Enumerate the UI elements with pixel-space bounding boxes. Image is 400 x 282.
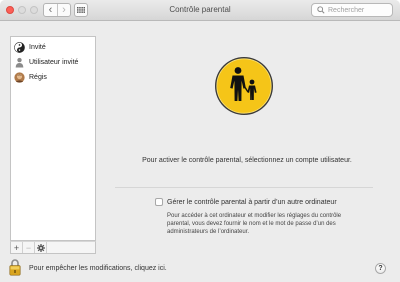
remote-management-label: Gérer le contrôle parental à partir d’un… xyxy=(167,198,337,206)
user-item-regis[interactable]: Régis xyxy=(14,70,47,84)
chevron-left-icon: ‹ xyxy=(48,3,53,16)
user-list: Invité Utilisateur invité Régis xyxy=(10,36,96,241)
user-photo-avatar xyxy=(14,71,25,83)
zoom-window-button[interactable] xyxy=(30,6,38,14)
user-item-label: Invité xyxy=(29,43,46,51)
minus-icon: − xyxy=(25,242,32,253)
user-list-actions: + − xyxy=(10,241,96,254)
window-title: Contrôle parental xyxy=(169,5,231,14)
minimize-window-button[interactable] xyxy=(18,6,26,14)
show-all-button[interactable] xyxy=(74,3,88,17)
parental-controls-icon xyxy=(215,57,273,115)
question-mark-icon: ? xyxy=(378,265,383,272)
remote-management-row[interactable]: Gérer le contrôle parental à partir d’un… xyxy=(155,198,337,206)
parental-controls-panel: Pour activer le contrôle parental, sélec… xyxy=(101,36,393,254)
gear-icon xyxy=(36,243,45,252)
user-item-guest-user[interactable]: Utilisateur invité xyxy=(14,55,78,69)
help-button[interactable]: ? xyxy=(375,263,386,274)
guest-yin-yang-icon xyxy=(14,41,25,53)
lock-icon[interactable] xyxy=(9,258,21,276)
preferences-window: ‹ › Contrôle parental Rechercher Invité … xyxy=(0,0,400,282)
remote-management-description: Pour accéder à cet ordinateur et modifie… xyxy=(167,213,342,235)
user-actions-button[interactable] xyxy=(35,242,47,253)
lock-message[interactable]: Pour empêcher les modifications, cliquez… xyxy=(29,265,167,272)
close-window-button[interactable] xyxy=(6,6,14,14)
search-placeholder: Rechercher xyxy=(328,6,365,14)
user-item-label: Utilisateur invité xyxy=(29,58,79,66)
user-item-label: Régis xyxy=(29,73,47,81)
guest-user-silhouette-icon xyxy=(15,57,24,68)
section-divider xyxy=(115,187,373,188)
lock-bar: Pour empêcher les modifications, cliquez… xyxy=(0,254,400,282)
search-field[interactable]: Rechercher xyxy=(311,3,393,17)
grid-icon xyxy=(77,7,85,13)
remove-user-button[interactable]: − xyxy=(23,242,35,253)
user-item-invite[interactable]: Invité xyxy=(14,40,46,54)
chevron-right-icon: › xyxy=(62,3,66,16)
navigation-buttons: ‹ › xyxy=(43,3,71,17)
toolbar: ‹ › Contrôle parental Rechercher xyxy=(0,0,400,21)
forward-button[interactable]: › xyxy=(56,3,70,16)
add-user-button[interactable]: + xyxy=(11,242,23,253)
select-user-message: Pour activer le contrôle parental, sélec… xyxy=(142,157,352,164)
search-icon xyxy=(317,6,325,14)
plus-icon: + xyxy=(13,242,20,253)
back-button[interactable]: ‹ xyxy=(44,4,57,16)
remote-management-checkbox[interactable] xyxy=(155,198,163,206)
